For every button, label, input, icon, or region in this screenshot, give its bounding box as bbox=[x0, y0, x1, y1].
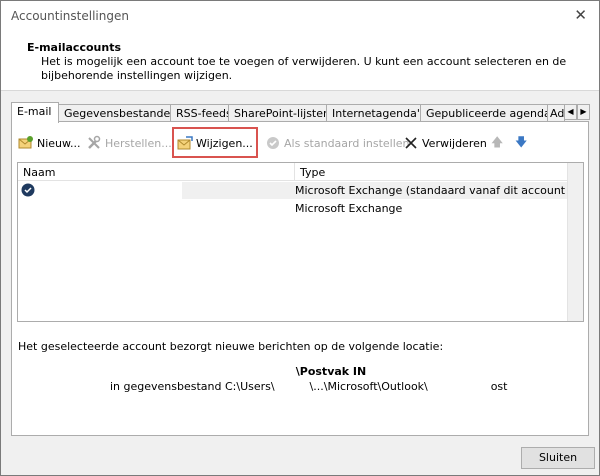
change-button-highlight bbox=[172, 127, 258, 158]
account-settings-window: Accountinstellingen ✕ E-mailaccounts Het… bbox=[0, 0, 600, 476]
move-down-arrow-icon[interactable]: 🡇 bbox=[515, 132, 527, 154]
close-icon[interactable]: ✕ bbox=[574, 6, 587, 24]
tab-strip: E-mail Gegevensbestanden RSS-feeds Share… bbox=[11, 102, 590, 123]
account-list: Naam Type Microsoft Exchange (standaard … bbox=[17, 162, 584, 322]
tab-published-calendars[interactable]: Gepubliceerde agenda's bbox=[420, 104, 548, 122]
header-title: E-mailaccounts bbox=[27, 41, 121, 54]
tab-address-books[interactable]: Ad bbox=[547, 104, 565, 122]
new-account-icon bbox=[18, 135, 34, 151]
tab-data-files[interactable]: Gegevensbestanden bbox=[58, 104, 171, 122]
delete-button[interactable]: Verwijderen bbox=[403, 132, 487, 154]
repair-button[interactable]: Herstellen... bbox=[86, 132, 172, 154]
checkmark-circle-icon bbox=[265, 135, 281, 151]
tab-scroll-right-icon[interactable]: ▶ bbox=[577, 104, 590, 120]
header-description: Het is mogelijk een account toe te voege… bbox=[41, 55, 567, 82]
default-account-check-icon bbox=[21, 183, 35, 200]
repair-button-label: Herstellen... bbox=[105, 136, 172, 150]
email-tab-panel: Nieuw... Herstellen... Wijzigen... Als s bbox=[11, 121, 589, 436]
tab-scroll-left-icon[interactable]: ◀ bbox=[564, 104, 577, 120]
column-header-type[interactable]: Type bbox=[295, 163, 568, 181]
title-bar: Accountinstellingen ✕ bbox=[1, 1, 599, 31]
table-row[interactable]: Microsoft Exchange (standaard vanaf dit … bbox=[18, 182, 568, 199]
close-button[interactable]: Sluiten bbox=[521, 447, 595, 469]
delivery-info-text: Het geselecteerde account bezorgt nieuwe… bbox=[18, 340, 444, 353]
list-scrollbar[interactable] bbox=[567, 163, 583, 321]
column-header-name[interactable]: Naam bbox=[18, 163, 295, 181]
delete-x-icon bbox=[403, 135, 419, 151]
delivery-path: in gegevensbestand C:\Users\ \...\Micros… bbox=[110, 380, 508, 393]
account-type: Microsoft Exchange bbox=[295, 202, 403, 215]
set-default-button-label: Als standaard instellen bbox=[284, 136, 410, 150]
tab-internet-calendars[interactable]: Internetagenda's bbox=[326, 104, 421, 122]
set-default-button[interactable]: Als standaard instellen bbox=[265, 132, 410, 154]
delete-button-label: Verwijderen bbox=[422, 136, 487, 150]
table-row[interactable]: Microsoft Exchange bbox=[18, 200, 568, 217]
tab-sharepoint-lists[interactable]: SharePoint-lijsten bbox=[228, 104, 327, 122]
window-title: Accountinstellingen bbox=[11, 9, 129, 23]
new-button-label: Nieuw... bbox=[37, 136, 81, 150]
move-up-arrow-icon[interactable]: 🡅 bbox=[491, 132, 503, 154]
dialog-header: E-mailaccounts Het is mogelijk een accou… bbox=[1, 31, 599, 91]
toolbar: Nieuw... Herstellen... Wijzigen... Als s bbox=[18, 127, 578, 158]
tab-email[interactable]: E-mail bbox=[11, 102, 59, 123]
new-button[interactable]: Nieuw... bbox=[18, 132, 81, 154]
tab-rss-feeds[interactable]: RSS-feeds bbox=[170, 104, 229, 122]
account-type: Microsoft Exchange (standaard vanaf dit … bbox=[295, 184, 567, 197]
tools-icon bbox=[86, 135, 102, 151]
delivery-folder: \Postvak IN bbox=[295, 365, 367, 378]
